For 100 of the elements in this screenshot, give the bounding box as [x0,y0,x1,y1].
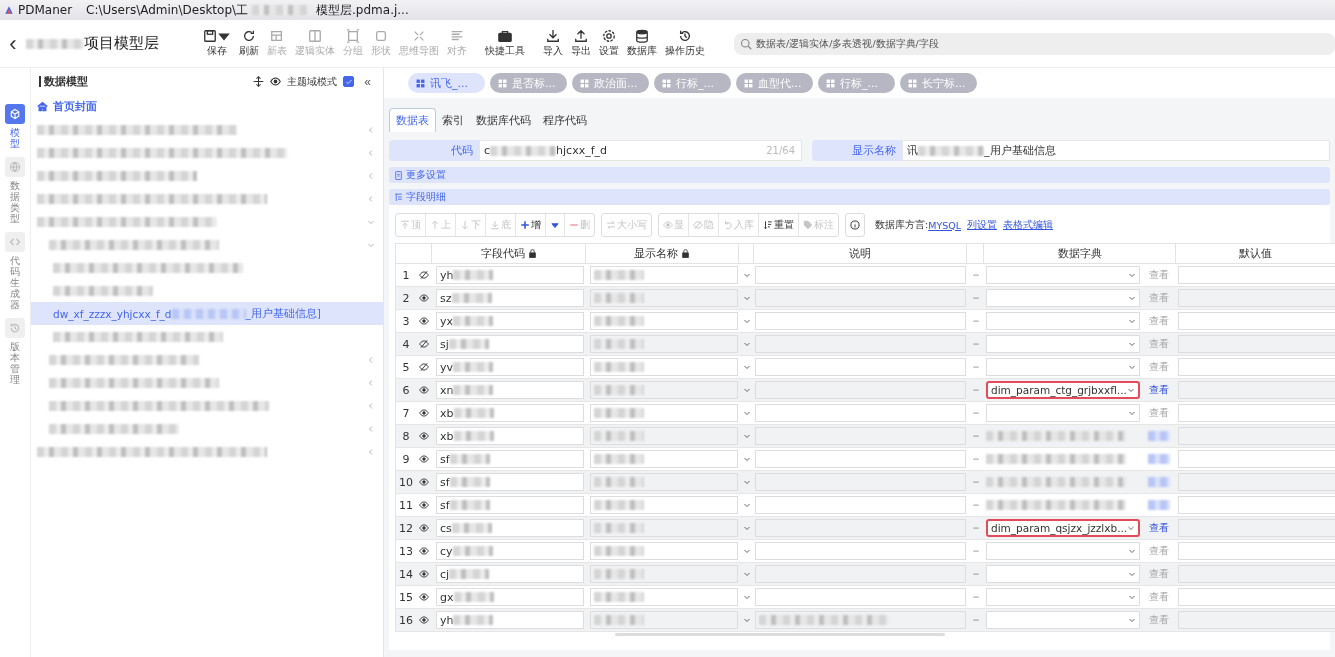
input-field[interactable] [1178,358,1335,376]
tree-item[interactable]: 首页封面 [37,99,375,114]
input-field[interactable] [1178,450,1335,468]
eye-icon[interactable] [419,431,429,441]
input-field[interactable] [590,450,738,468]
input-field[interactable] [755,450,966,468]
eye-icon[interactable] [419,615,429,625]
input-field[interactable] [590,381,738,399]
input-field[interactable]: yv [436,358,584,376]
input-field[interactable] [755,404,966,422]
toolbar-button[interactable]: 刷新 [236,29,262,58]
eye-icon[interactable] [419,316,429,326]
eye-icon[interactable] [419,523,429,533]
eye-icon[interactable] [419,569,429,579]
input-field[interactable] [755,588,966,606]
toolbar-button[interactable]: 重置 [759,214,799,236]
input-field[interactable]: xb [436,427,584,445]
eye-off-icon[interactable] [419,362,429,372]
input-field[interactable] [1178,496,1335,514]
input-field[interactable]: cs [436,519,584,537]
editor-tab[interactable]: 程序代码 [537,109,593,132]
dropdown-field[interactable] [986,588,1140,606]
input-field[interactable] [755,266,966,284]
dropdown-field[interactable] [986,611,1140,629]
toolbar-button[interactable]: 数据库 [624,29,660,58]
dropdown-field[interactable]: dim_param_qsjzx_jzzlxb... [986,519,1140,537]
input-field[interactable] [590,519,738,537]
eye-icon[interactable] [419,385,429,395]
toolbar-button[interactable]: 增 [516,214,546,236]
input-field[interactable] [590,588,738,606]
eye-icon[interactable] [419,546,429,556]
dropdown-field[interactable] [986,358,1140,376]
toolbar-button[interactable]: 操作历史 [662,29,708,58]
eye-off-icon[interactable] [419,339,429,349]
input-field[interactable]: yx [436,312,584,330]
eye-off-icon[interactable] [419,270,429,280]
rail-tab[interactable]: 版本管理 [5,318,25,385]
toolbar-button[interactable]: 设置 [596,29,622,58]
input-field[interactable] [1178,588,1335,606]
input-field[interactable] [755,542,966,560]
input-field[interactable]: sf [436,450,584,468]
back-button[interactable]: ‹ [0,29,26,58]
section-header[interactable]: 更多设置 [389,167,1330,183]
input-field[interactable] [1178,312,1335,330]
checkbox[interactable] [343,76,355,87]
tree-item[interactable]: dw_xf_zzzx_yhjcxx_f_d _用户基础信息] [31,302,383,325]
dropdown-field[interactable] [986,542,1140,560]
toolbar-button[interactable]: 导入 [540,29,566,58]
eye-icon[interactable] [419,477,429,487]
dropdown-field[interactable] [986,565,1140,583]
dropdown-field[interactable] [986,335,1140,353]
section-header[interactable]: 字段明细 [389,189,1330,205]
input-field[interactable]: gx [436,588,584,606]
dropdown-field[interactable] [986,404,1140,422]
input-field[interactable]: xb [436,404,584,422]
input-field[interactable] [1178,266,1335,284]
input-field[interactable] [755,358,966,376]
rail-tab[interactable]: 数据类型 [5,157,25,224]
toolbar-button[interactable]: 保存 [200,29,234,58]
input-field[interactable]: cy [436,542,584,560]
input-field[interactable]: sf [436,496,584,514]
dialect-link[interactable]: MYSQL [928,219,961,231]
link[interactable]: 列设置 [967,218,997,232]
input-field[interactable] [590,335,738,353]
rail-tab[interactable]: 代码生成器 [5,232,25,310]
eye-icon[interactable] [419,454,429,464]
input-field[interactable]: yh [436,611,584,629]
input-field[interactable] [590,312,738,330]
open-tab[interactable]: 讯飞_... [408,73,485,93]
toolbar-button[interactable]: 快捷工具 [482,29,528,58]
input-field[interactable] [590,542,738,560]
eye-icon[interactable] [419,293,429,303]
editor-tab[interactable]: 数据表 [389,108,436,132]
editor-tab[interactable]: 数据库代码 [470,109,537,132]
eye-icon[interactable] [419,408,429,418]
input-field[interactable] [755,312,966,330]
input-field[interactable] [590,611,738,629]
link[interactable]: 表格式编辑 [1003,218,1053,232]
input-field[interactable] [1178,404,1335,422]
input-field[interactable]: sf [436,473,584,491]
input-field[interactable] [590,266,738,284]
editor-tab[interactable]: 索引 [436,109,470,132]
input-field[interactable] [590,565,738,583]
search-field[interactable]: 数据表/逻辑实体/多表透视/数据字典/字段 [734,32,1335,55]
collapse-button[interactable]: « [360,74,371,89]
input-field[interactable] [590,473,738,491]
dropdown-field[interactable] [986,289,1140,307]
input-field[interactable] [755,611,966,629]
toolbar-button[interactable]: 导出 [568,29,594,58]
input-field[interactable] [590,358,738,376]
dropdown-field[interactable]: dim_param_ctg_grjbxxfl... [986,381,1140,399]
rail-tab[interactable]: 模型 [5,104,25,149]
input-field[interactable] [590,404,738,422]
input-field[interactable] [590,289,738,307]
input-field[interactable] [590,427,738,445]
eye-icon[interactable] [419,592,429,602]
input-field[interactable]: cj [436,565,584,583]
dropdown-field[interactable] [986,312,1140,330]
input-field[interactable]: sj [436,335,584,353]
dropdown-field[interactable] [986,266,1140,284]
